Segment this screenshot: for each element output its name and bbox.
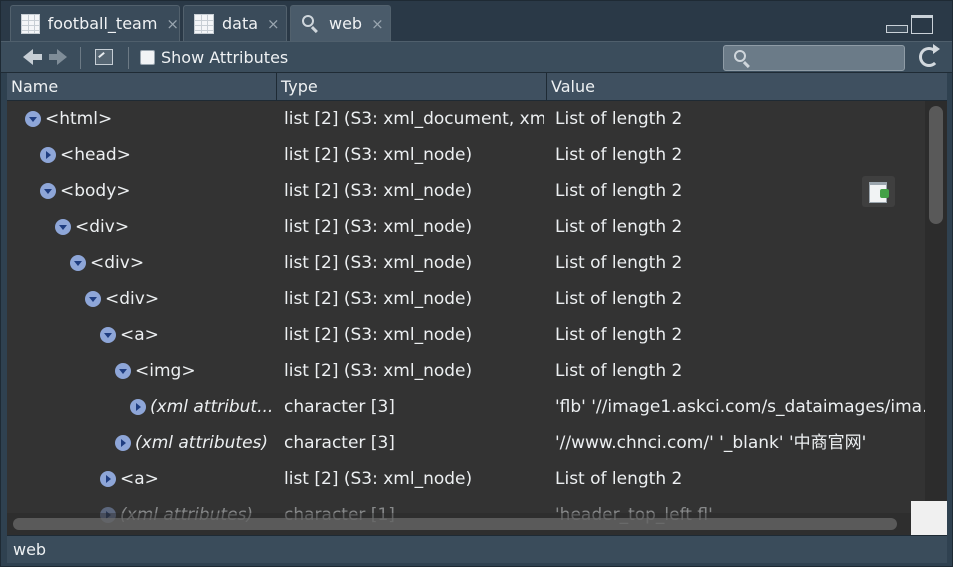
show-attributes-checkbox[interactable]	[140, 50, 155, 65]
tab-bar: football_team × data × web ×	[1, 1, 952, 41]
forward-arrow-icon[interactable]	[49, 49, 67, 65]
maximize-icon[interactable]	[911, 15, 933, 34]
collapse-toggle-icon[interactable]	[100, 327, 116, 343]
tree-row[interactable]: <html> list [2] (S3: xml_document, xml_no…	[7, 101, 927, 137]
object-tree-grid: (xml attributes) character [1]'header_top…	[7, 101, 947, 535]
row-type: character [3]	[284, 433, 395, 453]
collapse-toggle-icon[interactable]	[70, 255, 86, 271]
search-icon	[733, 49, 753, 69]
horizontal-scroll-thumb[interactable]	[13, 518, 897, 530]
close-icon[interactable]: ×	[371, 15, 384, 33]
expand-toggle-icon[interactable]	[130, 399, 146, 415]
row-name: <div>	[105, 289, 160, 309]
row-type: list [2] (S3: xml_node)	[284, 325, 473, 345]
search-icon	[301, 14, 321, 34]
row-name: <head>	[60, 145, 131, 165]
tab-label: web	[329, 14, 363, 33]
toolbar-separator	[128, 47, 129, 69]
row-value: List of length 2	[555, 361, 683, 381]
tab-data[interactable]: data ×	[183, 5, 287, 41]
refresh-icon[interactable]	[919, 44, 940, 67]
tab-label: football_team	[47, 14, 158, 33]
close-icon[interactable]: ×	[166, 15, 179, 33]
status-bar: web	[7, 535, 947, 563]
row-value: List of length 2	[555, 145, 683, 165]
scrollbar-corner	[911, 501, 947, 535]
column-header-name[interactable]: Name	[7, 73, 277, 100]
row-type: list [2] (S3: xml_node)	[284, 361, 473, 381]
row-name: (xml attributes)	[135, 433, 269, 453]
column-header-row: Name Type Value	[7, 73, 947, 101]
tree-row[interactable]: <a> list [2] (S3: xml_node) List of length…	[7, 317, 927, 353]
close-icon[interactable]: ×	[267, 15, 280, 33]
row-value: List of length 2	[555, 469, 683, 489]
tab-web[interactable]: web ×	[290, 5, 391, 41]
tree-row[interactable]: <a> list [2] (S3: xml_node) List of length…	[7, 461, 927, 497]
row-value: List of length 2	[555, 325, 683, 345]
row-name: <a>	[120, 325, 159, 345]
row-name: <div>	[90, 253, 145, 273]
row-type: list [2] (S3: xml_node)	[284, 145, 473, 165]
collapse-toggle-icon[interactable]	[85, 291, 101, 307]
collapse-toggle-icon[interactable]	[115, 363, 131, 379]
tree-row[interactable]: <img> list [2] (S3: xml_node) List of leng…	[7, 353, 927, 389]
minimize-icon[interactable]	[886, 15, 908, 33]
row-value: '//www.chnci.com/' '_blank' '中商官网'	[555, 433, 867, 453]
vertical-scroll-thumb[interactable]	[929, 106, 943, 224]
expand-toggle-icon[interactable]	[40, 147, 56, 163]
grid-icon	[194, 13, 214, 34]
tree-row[interactable]: (xml attribut... character [3] 'flb' '//im…	[7, 389, 945, 425]
tab-label: data	[222, 14, 259, 33]
column-header-type[interactable]: Type	[277, 73, 547, 100]
row-name: <body>	[60, 181, 131, 201]
row-value: 'flb' '//image1.askci.com/s_dataimages/i…	[555, 397, 945, 417]
copy-to-console-icon[interactable]	[862, 176, 895, 207]
row-type: list [2] (S3: xml_node)	[284, 469, 473, 489]
row-name: <html>	[45, 109, 113, 129]
tree-row[interactable]: <div> list [2] (S3: xml_node) List of leng…	[7, 245, 927, 281]
vertical-scrollbar[interactable]	[925, 101, 947, 501]
expand-toggle-icon[interactable]	[100, 471, 116, 487]
row-name: <div>	[75, 217, 130, 237]
row-value: List of length 2	[555, 109, 683, 129]
tab-football-team[interactable]: football_team ×	[10, 5, 180, 41]
collapse-toggle-icon[interactable]	[25, 111, 41, 127]
toolbar-separator	[80, 47, 81, 69]
column-header-value[interactable]: Value	[547, 73, 947, 100]
collapse-toggle-icon[interactable]	[40, 183, 56, 199]
toolbar: Show Attributes	[1, 41, 952, 73]
row-type: list [2] (S3: xml_node)	[284, 217, 473, 237]
search-input[interactable]	[758, 48, 898, 68]
expand-toggle-icon[interactable]	[115, 435, 131, 451]
tree-row[interactable]: <body> list [2] (S3: xml_node) List of len…	[7, 173, 927, 209]
tree-row[interactable]: <div> list [2] (S3: xml_node) List of leng…	[7, 281, 927, 317]
row-value: List of length 2	[555, 253, 683, 273]
row-type: character [3]	[284, 397, 395, 417]
row-value: List of length 2	[555, 289, 683, 309]
status-text: web	[13, 540, 47, 559]
tree-row[interactable]: (xml attributes) character [3] '//www.chnc…	[7, 425, 927, 461]
popout-icon[interactable]	[95, 49, 113, 65]
collapse-toggle-icon[interactable]	[55, 219, 71, 235]
tree-row[interactable]: <div> list [2] (S3: xml_node) List of leng…	[7, 209, 927, 245]
row-type: list [2] (S3: xml_document, xml_node)	[284, 109, 544, 129]
row-name: <a>	[120, 469, 159, 489]
back-arrow-icon[interactable]	[23, 49, 42, 65]
show-attributes-label[interactable]: Show Attributes	[161, 48, 288, 67]
row-type: list [2] (S3: xml_node)	[284, 289, 473, 309]
data-viewer-window: football_team × data × web × Show Attrib…	[0, 0, 953, 567]
grid-icon	[21, 13, 40, 34]
row-type: list [2] (S3: xml_node)	[284, 181, 473, 201]
row-value: List of length 2	[555, 217, 683, 237]
row-type: list [2] (S3: xml_node)	[284, 253, 473, 273]
search-box[interactable]	[723, 45, 905, 71]
row-name: <img>	[135, 361, 196, 381]
row-name: (xml attribut...	[150, 397, 274, 417]
tree-row[interactable]: <head> list [2] (S3: xml_node) List of len…	[7, 137, 927, 173]
horizontal-scrollbar[interactable]	[7, 513, 911, 535]
